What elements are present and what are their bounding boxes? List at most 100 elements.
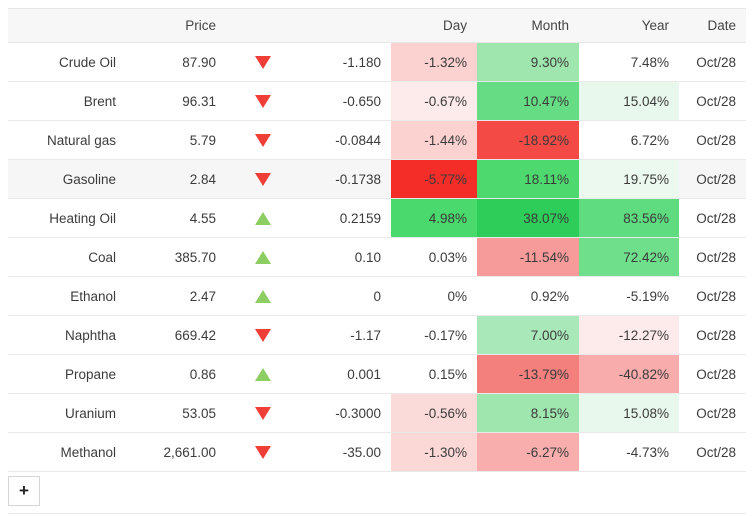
table-row[interactable]: Methanol 2,661.00 -35.00 -1.30% -6.27% -4.73%… <box>8 432 746 472</box>
column-header-day[interactable]: Day <box>391 8 477 43</box>
cell-month-change: 9.30% <box>477 42 579 82</box>
cell-instrument-name[interactable]: Brent <box>8 81 126 121</box>
triangle-down-icon <box>255 56 271 70</box>
cell-change: 0.001 <box>281 354 391 394</box>
triangle-down-icon <box>255 173 271 187</box>
cell-instrument-name[interactable]: Gasoline <box>8 159 126 199</box>
cell-date: Oct/28 <box>679 432 746 472</box>
cell-day-change: -5.77% <box>391 159 477 199</box>
cell-date: Oct/28 <box>679 354 746 394</box>
table-bottom-divider <box>8 513 746 514</box>
cell-date: Oct/28 <box>679 276 746 316</box>
cell-month-change: 7.00% <box>477 315 579 355</box>
cell-direction <box>226 393 281 433</box>
cell-month-change: 0.92% <box>477 276 579 316</box>
table-row[interactable]: Crude Oil 87.90 -1.180 -1.32% 9.30% 7.48% Oct/… <box>8 42 746 82</box>
cell-month-change: -11.54% <box>477 237 579 277</box>
cell-day-change: 0.03% <box>391 237 477 277</box>
cell-day-change: 4.98% <box>391 198 477 238</box>
column-header-price[interactable]: Price <box>126 8 226 43</box>
cell-price: 669.42 <box>126 315 226 355</box>
cell-price: 53.05 <box>126 393 226 433</box>
table-body: Crude Oil 87.90 -1.180 -1.32% 9.30% 7.48% Oct/… <box>8 42 746 472</box>
cell-change: -0.0844 <box>281 120 391 160</box>
cell-instrument-name[interactable]: Ethanol <box>8 276 126 316</box>
commodities-quote-panel: Price Day Month Year Date Crude Oil 87.90… <box>0 0 754 516</box>
cell-change: -1.17 <box>281 315 391 355</box>
cell-year-change: 19.75% <box>579 159 679 199</box>
commodities-table-container: Price Day Month Year Date Crude Oil 87.90… <box>8 8 746 472</box>
cell-date: Oct/28 <box>679 237 746 277</box>
cell-year-change: 83.56% <box>579 198 679 238</box>
cell-year-change: -40.82% <box>579 354 679 394</box>
triangle-down-icon <box>255 134 271 148</box>
table-row[interactable]: Coal 385.70 0.10 0.03% -11.54% 72.42% Oct/28 <box>8 237 746 277</box>
cell-price: 96.31 <box>126 81 226 121</box>
cell-instrument-name[interactable]: Coal <box>8 237 126 277</box>
cell-month-change: -18.92% <box>477 120 579 160</box>
cell-day-change: -0.67% <box>391 81 477 121</box>
cell-day-change: 0% <box>391 276 477 316</box>
column-header-change[interactable] <box>281 8 391 43</box>
cell-month-change: 10.47% <box>477 81 579 121</box>
cell-price: 2.47 <box>126 276 226 316</box>
column-header-year[interactable]: Year <box>579 8 679 43</box>
cell-direction <box>226 432 281 472</box>
cell-month-change: 38.07% <box>477 198 579 238</box>
cell-day-change: -1.30% <box>391 432 477 472</box>
cell-year-change: 7.48% <box>579 42 679 82</box>
cell-change: -1.180 <box>281 42 391 82</box>
add-row-container: + <box>8 476 746 508</box>
cell-change: -35.00 <box>281 432 391 472</box>
cell-instrument-name[interactable]: Uranium <box>8 393 126 433</box>
cell-instrument-name[interactable]: Naphtha <box>8 315 126 355</box>
table-row[interactable]: Naphtha 669.42 -1.17 -0.17% 7.00% -12.27% Oct/… <box>8 315 746 355</box>
cell-year-change: 72.42% <box>579 237 679 277</box>
cell-instrument-name[interactable]: Propane <box>8 354 126 394</box>
triangle-up-icon <box>255 368 271 382</box>
cell-year-change: -12.27% <box>579 315 679 355</box>
table-row[interactable]: Gasoline 2.84 -0.1738 -5.77% 18.11% 19.75% Oct… <box>8 159 746 199</box>
cell-month-change: 8.15% <box>477 393 579 433</box>
table-row[interactable]: Natural gas 5.79 -0.0844 -1.44% -18.92% 6.72%… <box>8 120 746 160</box>
table-row[interactable]: Propane 0.86 0.001 0.15% -13.79% -40.82% Oct/2… <box>8 354 746 394</box>
cell-year-change: 6.72% <box>579 120 679 160</box>
cell-instrument-name[interactable]: Natural gas <box>8 120 126 160</box>
column-header-arrow <box>226 8 281 43</box>
cell-year-change: -4.73% <box>579 432 679 472</box>
cell-date: Oct/28 <box>679 81 746 121</box>
triangle-down-icon <box>255 95 271 109</box>
triangle-up-icon <box>255 251 271 265</box>
column-header-date[interactable]: Date <box>679 8 746 43</box>
cell-instrument-name[interactable]: Heating Oil <box>8 198 126 238</box>
cell-date: Oct/28 <box>679 42 746 82</box>
add-instrument-button[interactable]: + <box>8 476 40 506</box>
table-row[interactable]: Ethanol 2.47 0 0% 0.92% -5.19% Oct/28 <box>8 276 746 316</box>
cell-price: 2,661.00 <box>126 432 226 472</box>
cell-direction <box>226 120 281 160</box>
table-row[interactable]: Heating Oil 4.55 0.2159 4.98% 38.07% 83.56% Oc… <box>8 198 746 238</box>
cell-change: 0 <box>281 276 391 316</box>
triangle-down-icon <box>255 446 271 460</box>
cell-direction <box>226 237 281 277</box>
cell-day-change: -1.32% <box>391 42 477 82</box>
table-header: Price Day Month Year Date <box>8 8 746 43</box>
column-header-name[interactable] <box>8 8 126 43</box>
cell-day-change: -1.44% <box>391 120 477 160</box>
table-header-row: Price Day Month Year Date <box>8 8 746 43</box>
cell-change: -0.1738 <box>281 159 391 199</box>
cell-date: Oct/28 <box>679 120 746 160</box>
table-row[interactable]: Uranium 53.05 -0.3000 -0.56% 8.15% 15.08% Oct/… <box>8 393 746 433</box>
table-row[interactable]: Brent 96.31 -0.650 -0.67% 10.47% 15.04% Oct/28 <box>8 81 746 121</box>
column-header-month[interactable]: Month <box>477 8 579 43</box>
cell-change: 0.10 <box>281 237 391 277</box>
cell-instrument-name[interactable]: Methanol <box>8 432 126 472</box>
cell-direction <box>226 159 281 199</box>
cell-change: -0.650 <box>281 81 391 121</box>
cell-month-change: -6.27% <box>477 432 579 472</box>
cell-direction <box>226 276 281 316</box>
cell-instrument-name[interactable]: Crude Oil <box>8 42 126 82</box>
cell-date: Oct/28 <box>679 315 746 355</box>
cell-date: Oct/28 <box>679 393 746 433</box>
triangle-down-icon <box>255 329 271 343</box>
